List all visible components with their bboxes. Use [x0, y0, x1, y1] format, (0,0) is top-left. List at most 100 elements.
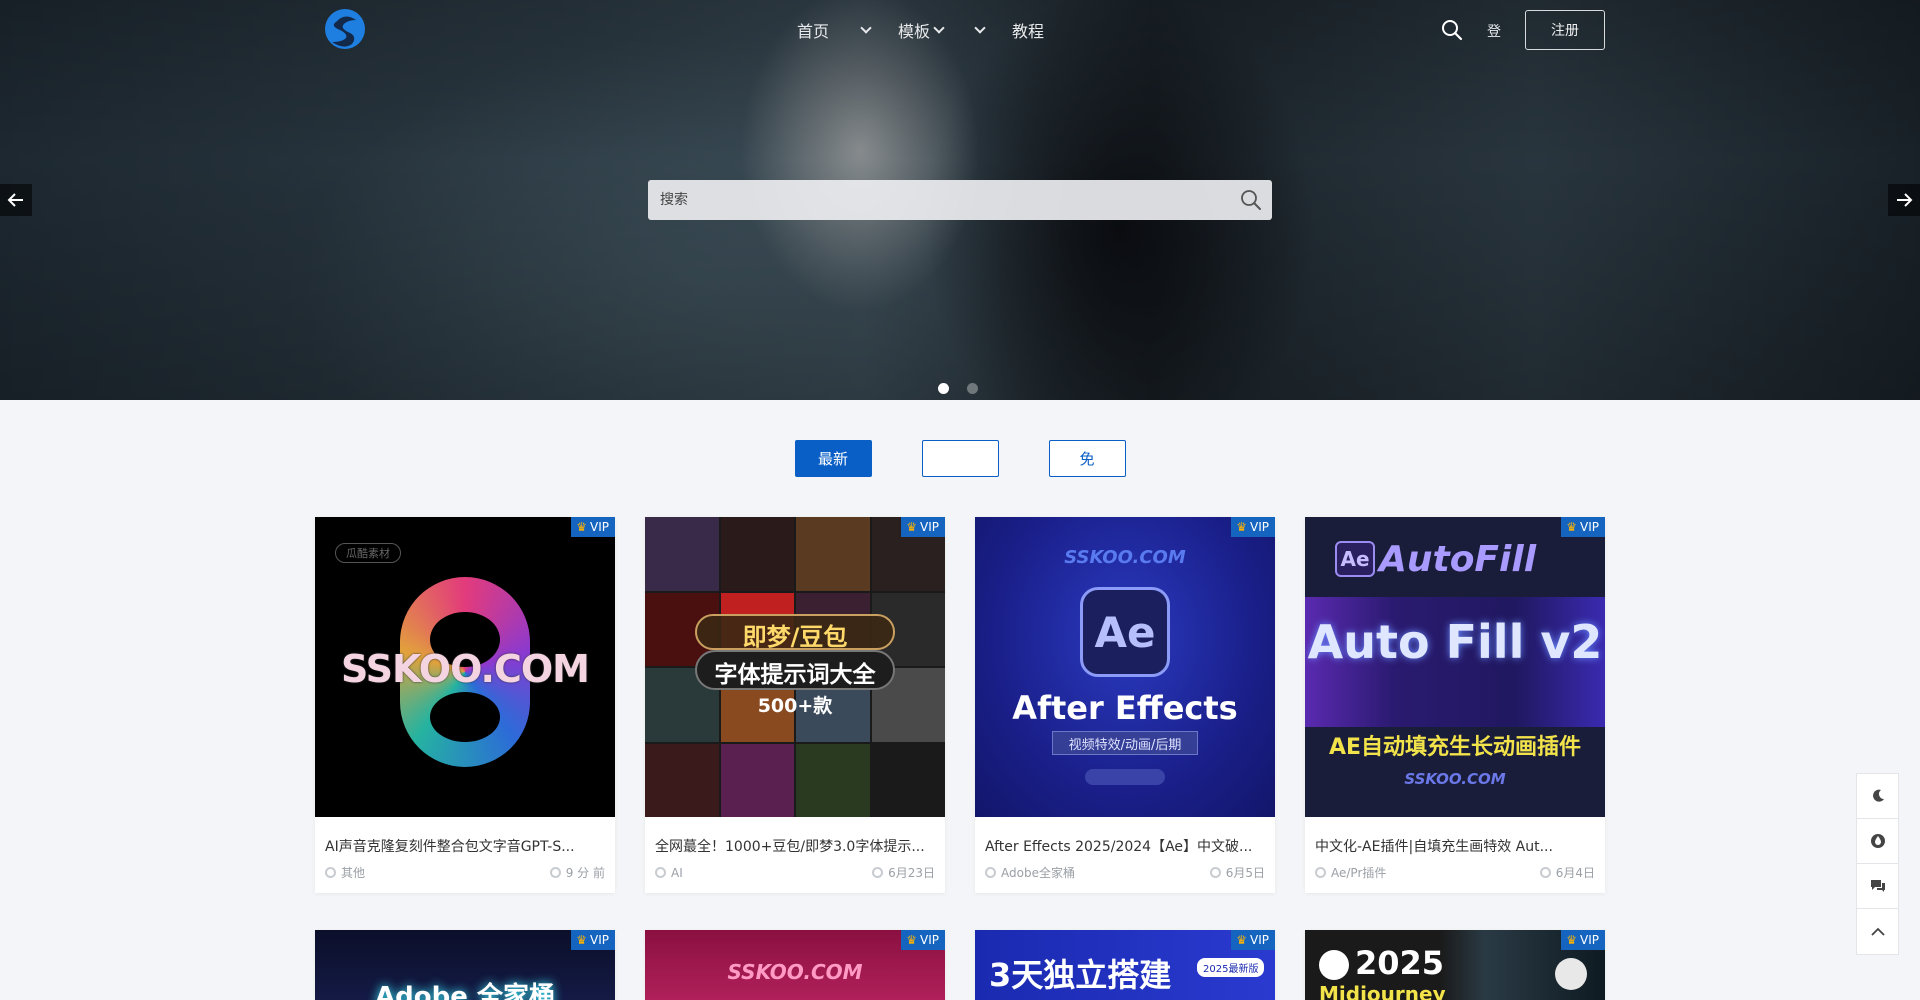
vip-badge: ♛ VIP: [1231, 517, 1275, 537]
slider-dots: [938, 383, 978, 394]
hero-search-bar: [648, 180, 1272, 220]
card-category[interactable]: Adobe全家桶: [1001, 864, 1075, 881]
search-icon[interactable]: [1240, 189, 1262, 211]
slider-dot-1[interactable]: [938, 383, 949, 394]
post-card[interactable]: SSKOO.COM Ae After Effects 视频特效/动画/后期 ♛ V…: [975, 517, 1275, 893]
nav-item-resources[interactable]: [857, 18, 872, 42]
card-title[interactable]: 全网蕞全！1000+豆包/即梦3.0字体提示...: [645, 817, 945, 856]
vip-badge: ♛ VIP: [1231, 930, 1275, 950]
card-thumbnail[interactable]: 瓜酷素材 SSKOO.COM ♛ VIP: [315, 517, 615, 817]
chevron-down-icon: [974, 22, 986, 34]
filter-latest[interactable]: 最新: [794, 440, 872, 477]
card-category[interactable]: 其他: [341, 864, 365, 881]
category-icon: [1315, 867, 1326, 878]
vip-badge: ♛ VIP: [901, 517, 945, 537]
card-thumbnail[interactable]: 3天独立搭建 2025最新版 ♛ VIP: [975, 930, 1275, 1000]
card-meta: Ae/Pr插件 6月4日: [1305, 856, 1605, 893]
thumb-title: SSKOO.COM: [341, 647, 590, 691]
thumb-title: Adobe 全家桶: [375, 982, 555, 1000]
card-thumbnail[interactable]: 即梦/豆包 字体提示词大全 500+款 ♛ VIP: [645, 517, 945, 817]
thumb-small-pill: [1085, 769, 1165, 785]
moon-icon: [1872, 789, 1884, 802]
chevron-down-icon: [860, 22, 872, 34]
vip-badge: ♛ VIP: [1561, 930, 1605, 950]
post-card[interactable]: Adobe 全家桶 ♛ VIP: [315, 930, 615, 1000]
search-icon[interactable]: [1441, 19, 1463, 41]
slider-dot-2[interactable]: [967, 383, 978, 394]
thumb-ring-hole: [430, 692, 500, 742]
comments-button[interactable]: [1857, 864, 1898, 909]
nav-item-templates[interactable]: 模板: [898, 18, 945, 42]
card-thumbnail[interactable]: Adobe 全家桶 ♛ VIP: [315, 930, 615, 1000]
clock-icon: [1539, 867, 1551, 878]
crown-icon: ♛: [576, 520, 588, 534]
drop-icon: [1870, 834, 1885, 848]
thumb-title: After Effects: [1012, 689, 1238, 727]
main-menu: 首页 模板 教程: [797, 18, 1072, 42]
arrow-left-icon: [7, 193, 23, 207]
post-card[interactable]: 2025 Midjourney ♛ VIP: [1305, 930, 1605, 1000]
thumb-title: AutoFill: [1379, 539, 1537, 580]
card-time: 6月5日: [1225, 866, 1265, 880]
thumb-tag: 2025最新版: [1197, 958, 1265, 977]
card-category[interactable]: Ae/Pr插件: [1331, 864, 1386, 881]
thumb-subtitle: Midjourney: [1319, 982, 1446, 1000]
site-logo[interactable]: [318, 8, 372, 50]
post-card[interactable]: 3天独立搭建 2025最新版 ♛ VIP: [975, 930, 1275, 1000]
chevron-down-icon: [933, 22, 945, 34]
crown-icon: ♛: [1566, 933, 1578, 947]
card-meta: AI 6月23日: [645, 856, 945, 893]
category-icon: [985, 867, 996, 878]
back-to-top-button[interactable]: [1857, 909, 1898, 954]
nav-item-tutorials[interactable]: 教程: [1012, 18, 1044, 42]
card-time: 6月4日: [1555, 866, 1595, 880]
card-time: 9 分 前: [565, 866, 605, 880]
filter-free[interactable]: 免: [1048, 440, 1126, 477]
card-thumbnail[interactable]: Ae AutoFill Auto Fill v2 AE自动填充生长动画插件 SS…: [1305, 517, 1605, 817]
hero-banner: 首页 模板 教程 登 注册: [0, 0, 1920, 400]
thumb-subtitle: AE自动填充生长动画插件: [1328, 735, 1582, 760]
post-card[interactable]: 瓜酷素材 SSKOO.COM ♛ VIP AI声音克隆复刻件整合包文字音GPT-S…: [315, 517, 615, 893]
thumb-subtitle: 字体提示词大全: [714, 662, 876, 688]
nav-item-home[interactable]: 首页: [797, 18, 829, 42]
crown-icon: ♛: [1566, 520, 1578, 534]
card-category[interactable]: AI: [671, 866, 683, 880]
vip-badge: ♛ VIP: [571, 517, 615, 537]
card-title[interactable]: After Effects 2025/2024【Ae】中文破...: [975, 817, 1275, 856]
search-input[interactable]: [648, 180, 1272, 220]
crown-icon: ♛: [1236, 520, 1248, 534]
thumb-brand: SSKOO.COM: [1064, 547, 1186, 568]
card-thumbnail[interactable]: SSKOO.COM Ae After Effects 视频特效/动画/后期 ♛ V…: [975, 517, 1275, 817]
slider-prev-button[interactable]: [0, 184, 32, 216]
category-icon: [655, 867, 666, 878]
top-navigation: 首页 模板 教程 登 注册: [0, 0, 1920, 60]
card-meta: 其他 9 分 前: [315, 856, 615, 893]
card-thumbnail[interactable]: SSKOO.COM ♛ VIP: [645, 930, 945, 1000]
thumb-title: 3天独立搭建: [989, 956, 1172, 994]
side-toolbar: [1856, 773, 1899, 955]
thumb-brand: SSKOO.COM: [1404, 770, 1506, 788]
thumb-watermark: 瓜酷素材: [335, 543, 401, 563]
dark-mode-button[interactable]: [1857, 774, 1898, 819]
post-card[interactable]: SSKOO.COM ♛ VIP: [645, 930, 945, 1000]
thumb-brand: SSKOO.COM: [727, 960, 863, 984]
sailboat-icon: [1555, 958, 1587, 990]
arrow-right-icon: [1897, 193, 1913, 207]
post-card[interactable]: 即梦/豆包 字体提示词大全 500+款 ♛ VIP 全网蕞全！1000+豆包/即梦…: [645, 517, 945, 893]
crown-icon: ♛: [906, 520, 918, 534]
crown-icon: ♛: [576, 933, 588, 947]
filter-hot[interactable]: [921, 440, 999, 477]
crown-icon: ♛: [1236, 933, 1248, 947]
clock-icon: [872, 867, 884, 878]
card-title[interactable]: 中文化-AE插件|自填充生画特效 Aut...: [1305, 817, 1605, 856]
post-card[interactable]: Ae AutoFill Auto Fill v2 AE自动填充生长动画插件 SS…: [1305, 517, 1605, 893]
card-thumbnail[interactable]: 2025 Midjourney ♛ VIP: [1305, 930, 1605, 1000]
register-button[interactable]: 注册: [1525, 10, 1605, 50]
nav-item-more[interactable]: [971, 18, 986, 42]
thumb-title: 即梦/豆包: [742, 623, 848, 651]
slider-next-button[interactable]: [1888, 184, 1920, 216]
login-link[interactable]: 登: [1487, 21, 1501, 41]
card-title[interactable]: AI声音克隆复刻件整合包文字音GPT-S...: [315, 817, 615, 856]
theme-button[interactable]: [1857, 819, 1898, 864]
vip-badge: ♛ VIP: [901, 930, 945, 950]
